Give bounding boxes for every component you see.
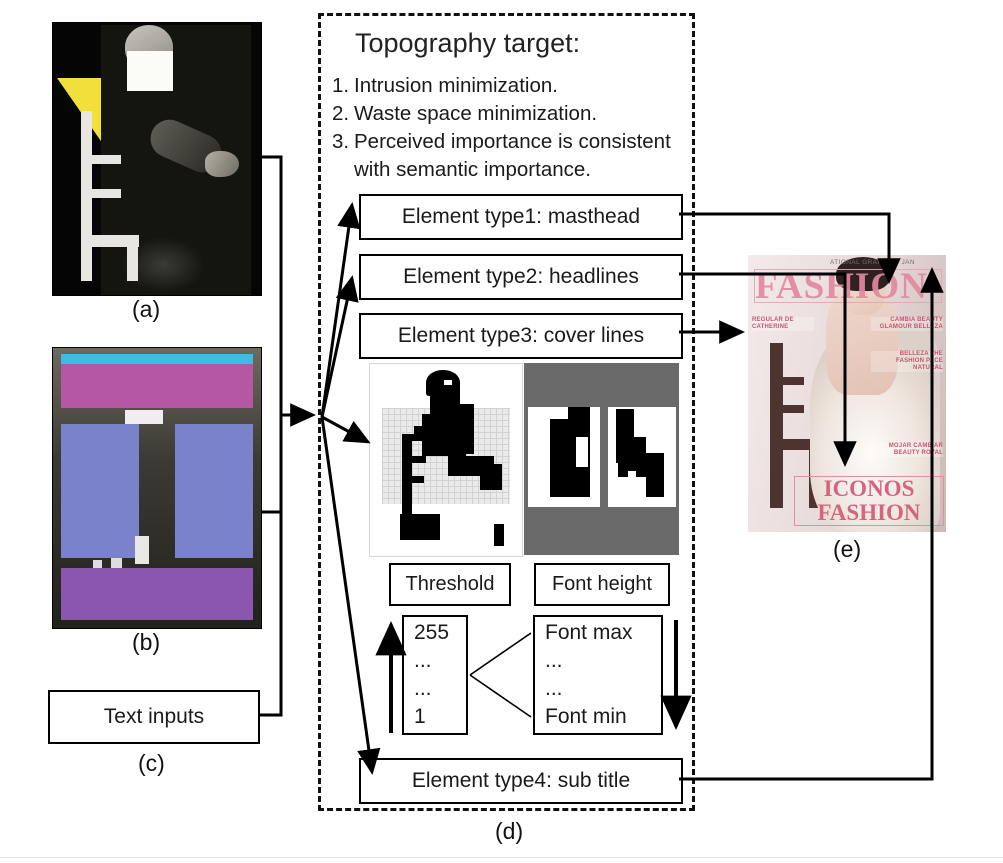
- text-inputs-box[interactable]: Text inputs: [48, 690, 260, 744]
- mockup-white-block-1: [125, 410, 163, 424]
- font-height-label: Font height: [551, 573, 653, 595]
- item-text: Perceived importance is consistent: [354, 130, 671, 153]
- mockup-masthead-block: [61, 364, 253, 408]
- font-height-label-box[interactable]: Font height: [534, 563, 670, 606]
- cover-line-right-2: BELLEZA THE FASHION PACE NATURAL: [871, 351, 943, 372]
- element-type2-box[interactable]: Element type2: headlines: [359, 254, 683, 300]
- element-type3-label: Element type3: cover lines: [397, 324, 645, 347]
- cover-line-left: REGULAR DE CATHERINE: [752, 317, 814, 331]
- element-type2-label: Element type2: headlines: [403, 265, 639, 288]
- item-number: 3.: [332, 130, 350, 153]
- cover-line-right-3: MOJAR CAMBIAR BEAUTY ROYAL: [867, 443, 943, 457]
- cover-masthead: FASHION: [754, 269, 942, 303]
- topography-item: 3. Perceived importance is consistent: [332, 128, 692, 156]
- font-height-preview-image: [524, 363, 679, 555]
- threshold-value: 1: [414, 705, 426, 728]
- magazine-cover-e: ATIONAL GRAPHICE JAN FASHION REGULAR DE …: [748, 255, 946, 532]
- mockup-column-left: [61, 424, 139, 558]
- figure-hand: [205, 151, 239, 177]
- item-number: 2.: [332, 102, 350, 125]
- mockup-cyan-strip: [61, 354, 253, 364]
- face-redaction-block: [127, 51, 173, 91]
- source-photo-a: [52, 22, 262, 296]
- caption-e: (e): [833, 536, 862, 562]
- wire-b-to-junction: [262, 415, 283, 514]
- caption-d: (d): [495, 818, 524, 844]
- threshold-value: ...: [414, 677, 432, 700]
- topography-item: 1. Intrusion minimization.: [332, 72, 692, 100]
- element-type4-box[interactable]: Element type4: sub title: [359, 758, 683, 804]
- cover-top-line: ATIONAL GRAPHICE JAN: [830, 259, 915, 266]
- cover-line-right-1: CAMBIA BEAUTY GLAMOUR BELLEZA: [871, 317, 943, 331]
- mockup-white-block-2: [135, 536, 149, 564]
- topography-item: 2. Waste space minimization.: [332, 100, 692, 128]
- element-type4-label: Element type4: sub title: [411, 769, 631, 792]
- threshold-values-box[interactable]: 255 ... ... 1: [402, 615, 468, 735]
- threshold-label-box[interactable]: Threshold: [389, 563, 511, 606]
- element-type1-label: Element type1: masthead: [401, 205, 641, 228]
- item-number: 1.: [332, 74, 350, 97]
- topography-title: Topography target:: [355, 28, 581, 58]
- threshold-value: ...: [414, 649, 432, 672]
- threshold-value: 255: [414, 621, 450, 644]
- cover-sub-title: ICONOS FASHION: [794, 476, 944, 526]
- font-value: Font min: [545, 705, 627, 728]
- white-chair: [81, 111, 143, 281]
- mockup-subtitle-block: [61, 568, 253, 620]
- threshold-label: Threshold: [405, 573, 495, 595]
- font-value: ...: [545, 677, 563, 700]
- font-value: Font max: [545, 621, 633, 644]
- wire-a-to-junction: [262, 155, 317, 427]
- item-text-continuation: with semantic importance.: [354, 158, 591, 181]
- bottom-divider: [0, 857, 1003, 858]
- caption-c: (c): [138, 750, 165, 776]
- mockup-column-right: [175, 424, 253, 558]
- caption-b: (b): [132, 629, 161, 655]
- font-value: ...: [545, 649, 563, 672]
- threshold-preview-image: [369, 363, 523, 557]
- topography-list: 1. Intrusion minimization. 2. Waste space …: [332, 72, 692, 184]
- element-type3-box[interactable]: Element type3: cover lines: [359, 313, 683, 359]
- item-text: Waste space minimization.: [354, 102, 598, 125]
- item-text: Intrusion minimization.: [354, 74, 558, 97]
- text-inputs-label: Text inputs: [103, 705, 205, 728]
- font-values-box[interactable]: Font max ... ... Font min: [533, 615, 663, 735]
- caption-a: (a): [132, 296, 161, 322]
- cover-sub-title-line2: FASHION: [817, 500, 921, 525]
- element-type1-box[interactable]: Element type1: masthead: [359, 194, 683, 240]
- layout-mockup-b: [52, 347, 262, 629]
- cover-sub-title-line1: ICONOS: [823, 476, 915, 501]
